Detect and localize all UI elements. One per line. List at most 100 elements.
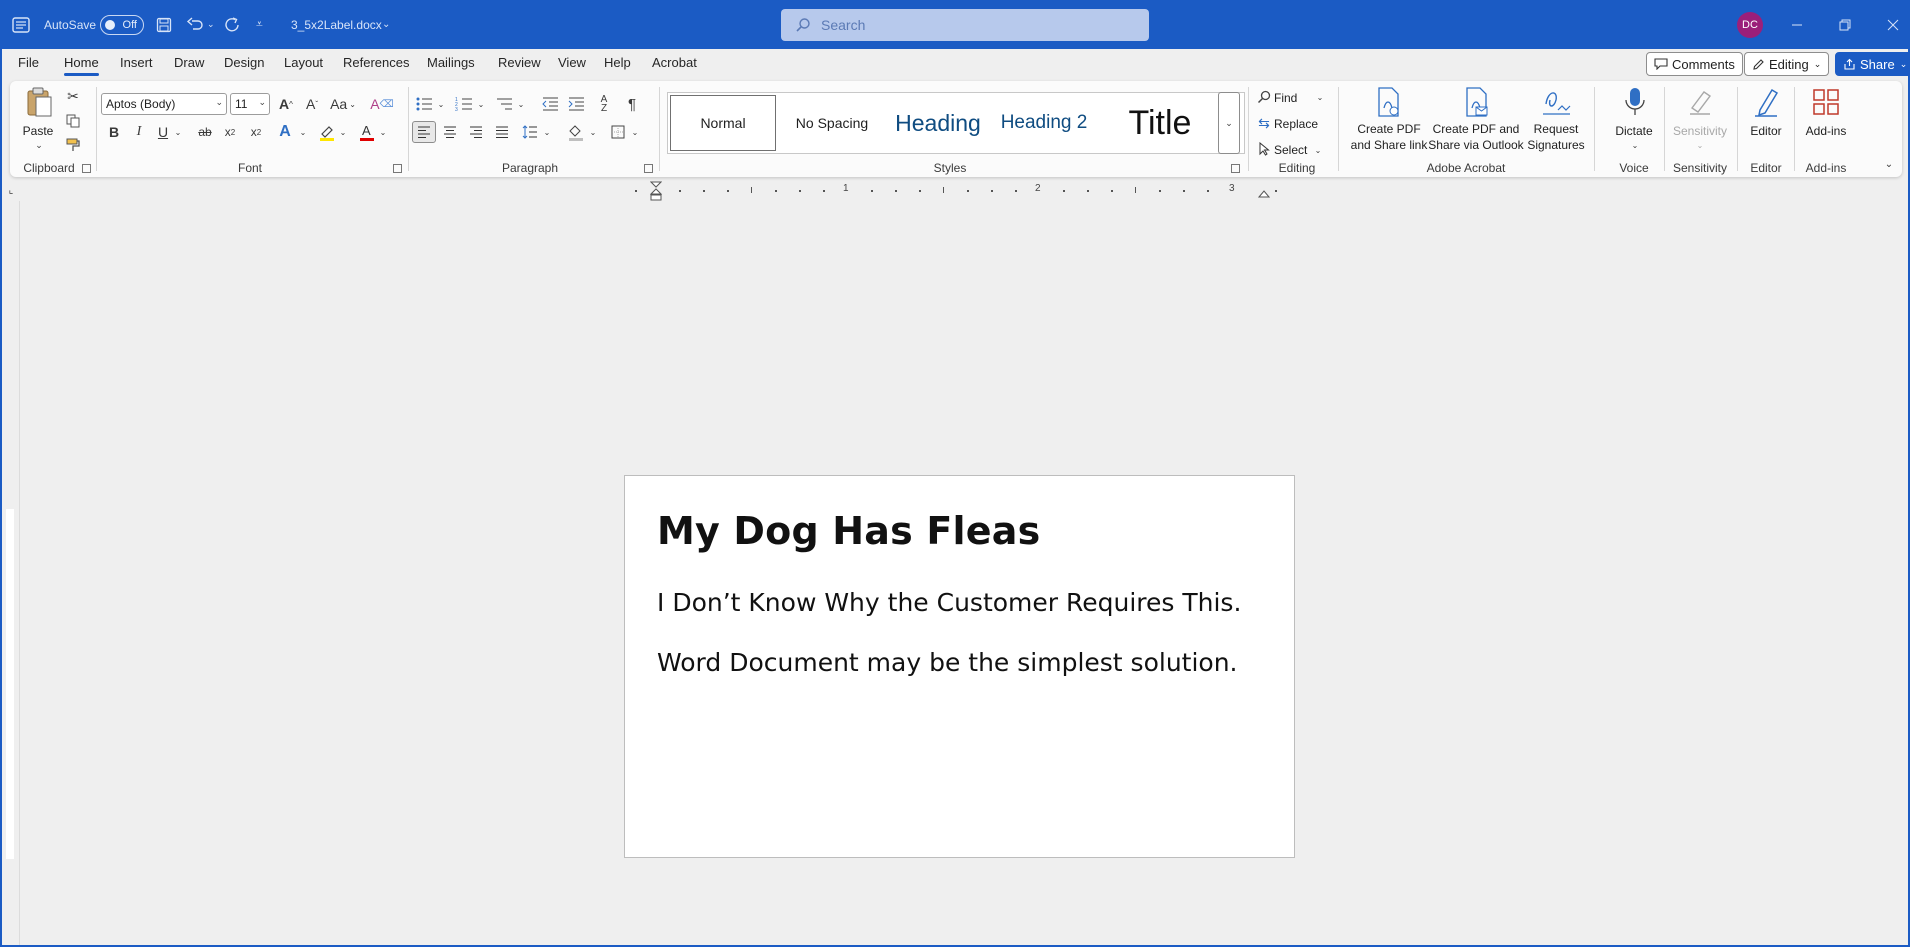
multilevel-dropdown-icon[interactable]: ⌄ [516, 93, 526, 115]
undo-icon[interactable] [186, 0, 204, 49]
numbering-dropdown-icon[interactable]: ⌄ [476, 93, 486, 115]
create-pdf-outlook-label[interactable]: Create PDF and Share via Outlook [1426, 121, 1526, 153]
bold-icon[interactable]: B [104, 121, 124, 143]
editor-icon[interactable] [1750, 85, 1782, 119]
select-icon[interactable] [1256, 140, 1272, 158]
tab-help[interactable]: Help [604, 55, 631, 70]
text-effects-dropdown-icon[interactable]: ⌄ [298, 121, 308, 143]
font-name-combo[interactable]: Aptos (Body) ⌄ [101, 93, 227, 115]
document-paragraph[interactable]: I Don’t Know Why the Customer Requires T… [657, 588, 1241, 617]
filename[interactable]: 3_5x2Label.docx [291, 0, 382, 49]
text-effects-icon[interactable]: A [274, 121, 296, 143]
line-spacing-dropdown-icon[interactable]: ⌄ [542, 121, 552, 143]
tab-draw[interactable]: Draw [174, 55, 204, 70]
format-painter-icon[interactable] [64, 136, 82, 154]
undo-dropdown-icon[interactable]: ⌄ [207, 0, 215, 49]
collapse-ribbon-icon[interactable]: ⌄ [1882, 157, 1896, 171]
font-color-dropdown-icon[interactable]: ⌄ [378, 121, 388, 143]
increase-indent-icon[interactable] [566, 93, 586, 115]
document-paragraph[interactable]: Word Document may be the simplest soluti… [657, 648, 1238, 677]
align-right-icon[interactable] [466, 121, 486, 143]
dictate-dropdown-icon[interactable]: ⌄ [1629, 139, 1641, 151]
create-pdf-share-link-icon[interactable] [1372, 85, 1404, 119]
share-button[interactable]: Share ⌄ [1835, 52, 1910, 76]
bullets-icon[interactable] [414, 93, 434, 115]
tab-view[interactable]: View [558, 55, 586, 70]
shading-icon[interactable] [566, 121, 586, 143]
replace-label[interactable]: Replace [1274, 116, 1318, 132]
sort-icon[interactable]: AZ [594, 93, 614, 115]
borders-dropdown-icon[interactable]: ⌄ [630, 121, 640, 143]
style-heading-2[interactable]: Heading 2 [992, 95, 1096, 151]
close-icon[interactable] [1869, 0, 1910, 49]
find-icon[interactable] [1256, 88, 1272, 106]
styles-dialog-launcher-icon[interactable] [1231, 164, 1240, 173]
avatar[interactable]: DC [1737, 12, 1763, 38]
tab-home[interactable]: Home [64, 55, 99, 76]
paragraph-dialog-launcher-icon[interactable] [644, 164, 653, 173]
clear-formatting-icon[interactable]: A ⌫ [370, 93, 393, 115]
superscript-icon[interactable]: x2 [246, 121, 266, 143]
strikethrough-icon[interactable]: ab [194, 121, 216, 143]
underline-icon[interactable]: U [154, 121, 172, 143]
shading-dropdown-icon[interactable]: ⌄ [588, 121, 598, 143]
tab-layout[interactable]: Layout [284, 55, 323, 70]
editor-label[interactable]: Editor [1740, 123, 1792, 139]
sensitivity-label[interactable]: Sensitivity [1668, 123, 1732, 139]
align-left-icon[interactable] [412, 121, 436, 143]
paste-dropdown-icon[interactable]: ⌄ [32, 139, 46, 151]
style-normal[interactable]: Normal [670, 95, 776, 151]
decrease-indent-icon[interactable] [540, 93, 560, 115]
tab-insert[interactable]: Insert [120, 55, 153, 70]
underline-dropdown-icon[interactable]: ⌄ [172, 121, 184, 143]
tab-design[interactable]: Design [224, 55, 264, 70]
select-dropdown-icon[interactable]: ⌄ [1313, 141, 1323, 159]
create-pdf-outlook-icon[interactable] [1460, 85, 1492, 119]
numbering-icon[interactable]: 123 [454, 93, 474, 115]
add-ins-icon[interactable] [1810, 85, 1842, 119]
tab-file[interactable]: File [18, 55, 39, 70]
dictate-label[interactable]: Dictate [1606, 123, 1662, 139]
bullets-dropdown-icon[interactable]: ⌄ [436, 93, 446, 115]
customize-qat-icon[interactable]: ⩡ [256, 0, 263, 49]
paste-label[interactable]: Paste [20, 123, 56, 139]
add-ins-label[interactable]: Add-ins [1798, 123, 1854, 139]
select-label[interactable]: Select [1274, 142, 1307, 158]
justify-icon[interactable] [492, 121, 512, 143]
tab-selector-icon[interactable]: ⌞ [6, 183, 16, 197]
style-no-spacing[interactable]: No Spacing [780, 95, 884, 151]
borders-icon[interactable] [608, 121, 628, 143]
highlight-dropdown-icon[interactable]: ⌄ [338, 121, 348, 143]
grow-font-icon[interactable]: A ^ [276, 93, 296, 115]
search-box[interactable]: Search [781, 9, 1149, 41]
clipboard-dialog-launcher-icon[interactable] [82, 164, 91, 173]
request-signatures-label[interactable]: Request Signatures [1520, 121, 1592, 153]
restore-icon[interactable] [1821, 0, 1869, 49]
replace-icon[interactable]: ⇆ [1256, 114, 1272, 132]
style-title[interactable]: Title [1100, 95, 1220, 151]
sensitivity-icon[interactable] [1684, 85, 1716, 119]
tab-review[interactable]: Review [498, 55, 541, 70]
right-indent-marker-icon[interactable] [1258, 187, 1270, 199]
request-signatures-icon[interactable] [1540, 85, 1572, 119]
multilevel-list-icon[interactable] [494, 93, 514, 115]
sensitivity-dropdown-icon[interactable]: ⌄ [1694, 139, 1706, 151]
find-dropdown-icon[interactable]: ⌄ [1314, 88, 1326, 106]
paste-icon[interactable] [24, 85, 54, 119]
subscript-icon[interactable]: x2 [220, 121, 240, 143]
font-size-combo[interactable]: 11 ⌄ [230, 93, 270, 115]
highlight-icon[interactable] [316, 121, 338, 143]
tab-acrobat[interactable]: Acrobat [652, 55, 697, 70]
show-formatting-marks-icon[interactable]: ¶ [622, 93, 642, 115]
microphone-icon[interactable] [1620, 85, 1650, 119]
minimize-icon[interactable] [1773, 0, 1821, 49]
styles-more-icon[interactable]: ⌄ [1218, 92, 1240, 154]
cut-icon[interactable]: ✂ [64, 87, 82, 105]
copy-icon[interactable] [64, 112, 82, 130]
comments-button[interactable]: Comments [1646, 52, 1743, 76]
line-spacing-icon[interactable] [520, 121, 540, 143]
indent-marker-icon[interactable] [650, 181, 662, 201]
document-title[interactable]: My Dog Has Fleas [657, 509, 1040, 553]
align-center-icon[interactable] [440, 121, 460, 143]
save-icon[interactable] [156, 0, 172, 49]
